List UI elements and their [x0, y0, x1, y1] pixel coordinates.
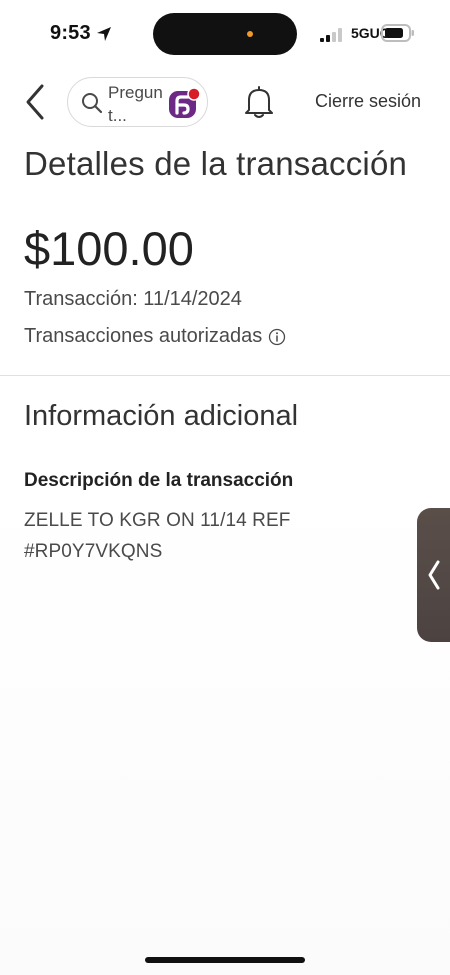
- chevron-left-icon: [428, 560, 440, 590]
- status-bar: 9:53 5GUC: [0, 0, 450, 66]
- cellular-signal-icon: [320, 28, 342, 42]
- page: 9:53 5GUC Preg­unt...: [0, 0, 450, 975]
- side-drawer-tab[interactable]: [417, 508, 450, 642]
- transaction-status: Transacciones autorizadas: [24, 325, 286, 348]
- back-chevron-icon[interactable]: [20, 82, 52, 122]
- page-title: Detalles de la transacción: [24, 145, 408, 182]
- info-icon[interactable]: [268, 328, 286, 346]
- description-value: ZELLE TO KGR ON 11/14 REF #RP0Y7VKQNS: [24, 510, 291, 562]
- transaction-amount: $100.00: [24, 222, 194, 275]
- transaction-status-label: Transacciones autorizadas: [24, 325, 263, 347]
- description-label: Descripción de la transacción: [24, 470, 294, 491]
- battery-icon: [381, 24, 414, 42]
- transaction-date: Transacción: 11/14/2024: [24, 288, 242, 310]
- search-icon: [82, 93, 103, 114]
- location-arrow-icon: [97, 27, 111, 41]
- fargo-assistant-icon: [169, 87, 201, 118]
- additional-info-heading: Información adicional: [24, 400, 299, 432]
- privacy-indicator-dot: [247, 31, 253, 37]
- ask-search-button[interactable]: Preg­unt...: [67, 77, 208, 127]
- app-header: Preg­unt... Cierre sesión: [0, 67, 450, 137]
- home-indicator[interactable]: [145, 957, 305, 963]
- section-divider: [0, 375, 450, 376]
- search-label: Preg­unt...: [108, 83, 163, 125]
- status-time: 9:53: [50, 22, 91, 44]
- dynamic-island: [153, 13, 297, 55]
- notifications-bell-icon[interactable]: [243, 84, 275, 120]
- logout-button[interactable]: Cierre sesión: [315, 91, 421, 112]
